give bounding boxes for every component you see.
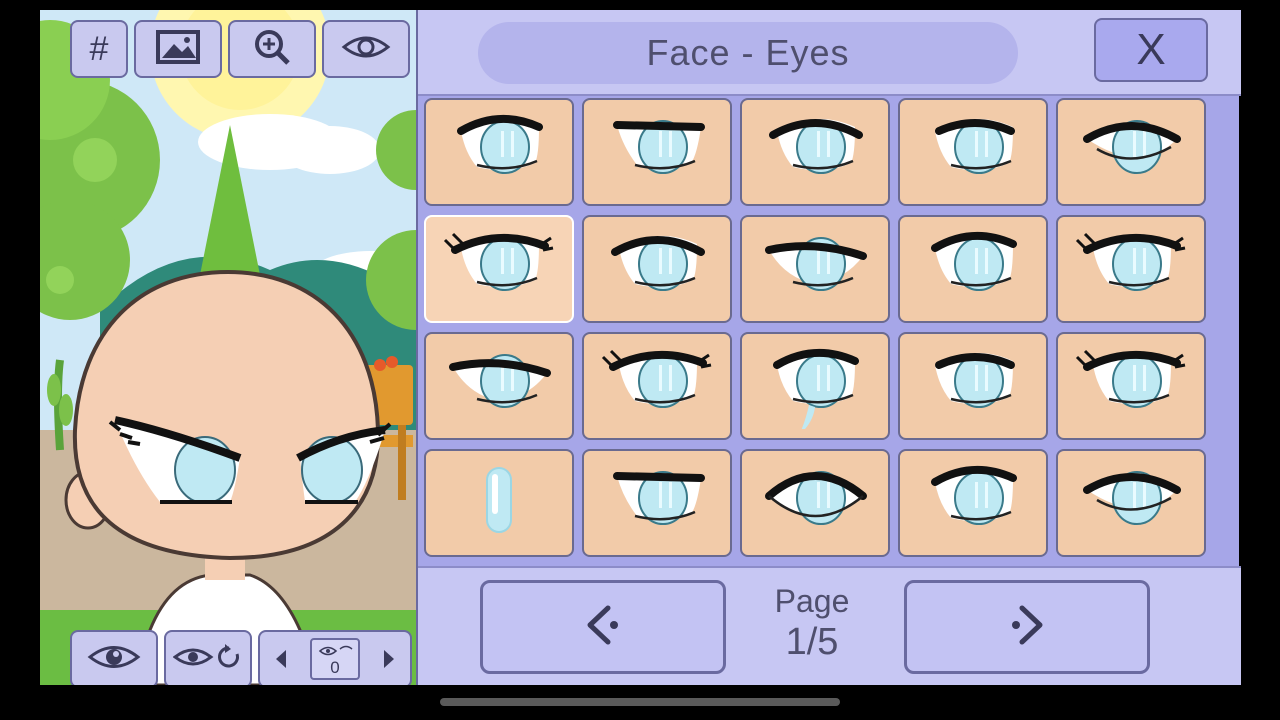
chevron-right-icon[interactable] [382,648,396,674]
eye-icon [341,33,391,65]
eye-option[interactable] [740,98,890,206]
eye-option[interactable] [582,449,732,557]
eye-option[interactable] [1056,449,1206,557]
grid-label: # [89,29,109,68]
eye-refresh-icon [172,642,243,676]
eye-style-icon [755,339,875,435]
page-number: 1/5 [785,621,839,663]
eye-option[interactable] [582,332,732,440]
eye-option[interactable] [424,332,574,440]
eye-style-icon [913,105,1033,199]
panel-footer: Page 1/5 [418,566,1241,685]
eye-style-icon [913,456,1033,550]
eye-style-icon [1071,105,1191,199]
eye-option[interactable] [1056,215,1206,323]
eye-style-icon [439,456,559,550]
eye-option[interactable] [898,449,1048,557]
eye-option[interactable] [424,449,574,557]
eye-style-icon [1071,339,1191,433]
panel-header: Face - Eyes X [418,10,1241,96]
eye-style-icon [755,222,875,316]
eye-option[interactable] [898,215,1048,323]
eye-option[interactable] [582,215,732,323]
background-button[interactable] [134,20,222,78]
eye-icon [87,642,141,676]
reset-eyes-button[interactable] [164,630,252,685]
toggle-eyes-button[interactable] [70,630,158,685]
eye-style-icon [1071,222,1191,316]
eye-style-icon [755,105,875,199]
eye-option[interactable] [424,215,574,323]
grid-toggle-button[interactable]: # [70,20,128,78]
eye-style-icon [597,339,717,433]
zoom-button[interactable] [228,20,316,78]
eye-style-icon [1071,456,1191,550]
eye-option[interactable] [740,215,890,323]
eye-style-icon [439,339,559,433]
eye-preset-selector[interactable]: 0 [258,630,412,685]
eye-style-icon [913,222,1033,316]
hide-ui-button[interactable] [322,20,410,78]
character-preview: # 0 [40,10,416,685]
panel-title: Face - Eyes [478,22,1018,84]
eyes-selection-panel: Face - Eyes X Page 1/5 [416,10,1241,685]
eye-option[interactable] [424,98,574,206]
eye-options-grid [424,98,1214,558]
chevron-right-icon [1002,600,1052,654]
eye-style-icon [597,222,717,316]
eye-style-icon [755,456,875,550]
page-label: Page [774,583,850,619]
close-button[interactable]: X [1094,18,1208,82]
eye-option[interactable] [740,332,890,440]
eye-option[interactable] [898,98,1048,206]
image-icon [156,30,200,68]
previous-page-button[interactable] [480,580,726,674]
home-indicator [440,698,840,706]
chevron-left-icon [578,600,628,654]
eye-style-icon [439,105,559,199]
eye-option[interactable] [582,98,732,206]
eye-style-icon [913,339,1033,433]
eye-style-icon [597,456,717,550]
zoom-in-icon [252,27,292,71]
eye-style-icon [439,222,559,316]
eye-preset-value: 0 [330,658,340,677]
eye-option[interactable] [1056,332,1206,440]
preview-scene [40,10,416,685]
eye-preset-box: 0 [310,638,360,680]
chevron-left-icon[interactable] [274,648,288,674]
eye-option[interactable] [1056,98,1206,206]
next-page-button[interactable] [904,580,1150,674]
eye-style-icon [597,105,717,199]
eye-option[interactable] [740,449,890,557]
page-indicator: Page 1/5 [736,582,888,672]
eye-option[interactable] [898,332,1048,440]
close-icon: X [1136,25,1166,74]
